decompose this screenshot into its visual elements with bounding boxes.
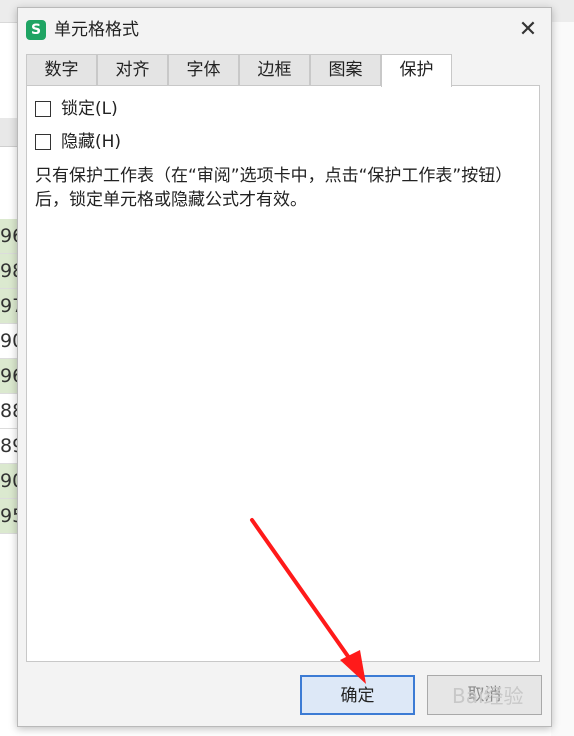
hidden-checkbox[interactable] [35,134,51,150]
dialog-title: 单元格格式 [54,20,139,40]
ok-button[interactable]: 确定 [300,675,415,715]
spreadsheet-right-area [551,22,574,736]
tab-number[interactable]: 数字 [26,54,97,85]
tab-pattern[interactable]: 图案 [310,54,381,85]
cell-value: 90 [0,470,18,492]
watermark: Bai经验 [452,684,524,708]
cell-value: 89 [0,435,18,457]
cell-value: 97 [0,295,18,317]
locked-checkbox[interactable] [35,101,51,117]
tab-alignment[interactable]: 对齐 [97,54,168,85]
cell-value: 96 [0,225,18,247]
dialog-titlebar[interactable]: S 单元格格式 ✕ [18,8,551,50]
tab-border[interactable]: 边框 [239,54,310,85]
tab-protection[interactable]: 保护 [381,54,452,87]
close-icon[interactable]: ✕ [514,16,542,44]
cell-value: 96 [0,365,18,387]
cell-value: 98 [0,260,18,282]
protection-note: 只有保护工作表（在“审阅”选项卡中，点击“保护工作表”按钮）后，锁定单元格或隐藏… [35,166,504,210]
tab-font[interactable]: 字体 [168,54,239,85]
locked-label: 锁定(L) [61,99,118,119]
cell-value: 88 [0,400,18,422]
format-cells-dialog: S 单元格格式 ✕ 数字 对齐 字体 边框 图案 保护 锁定(L) 隐藏(H) … [17,7,552,727]
tab-bar: 数字 对齐 字体 边框 图案 保护 [26,54,546,87]
cell-value: 95 [0,505,18,527]
protection-panel: 锁定(L) 隐藏(H) 只有保护工作表（在“审阅”选项卡中，点击“保护工作表”按… [26,85,540,662]
hidden-label: 隐藏(H) [61,132,122,152]
wps-app-icon: S [26,20,46,40]
cell-value: 90 [0,330,18,352]
